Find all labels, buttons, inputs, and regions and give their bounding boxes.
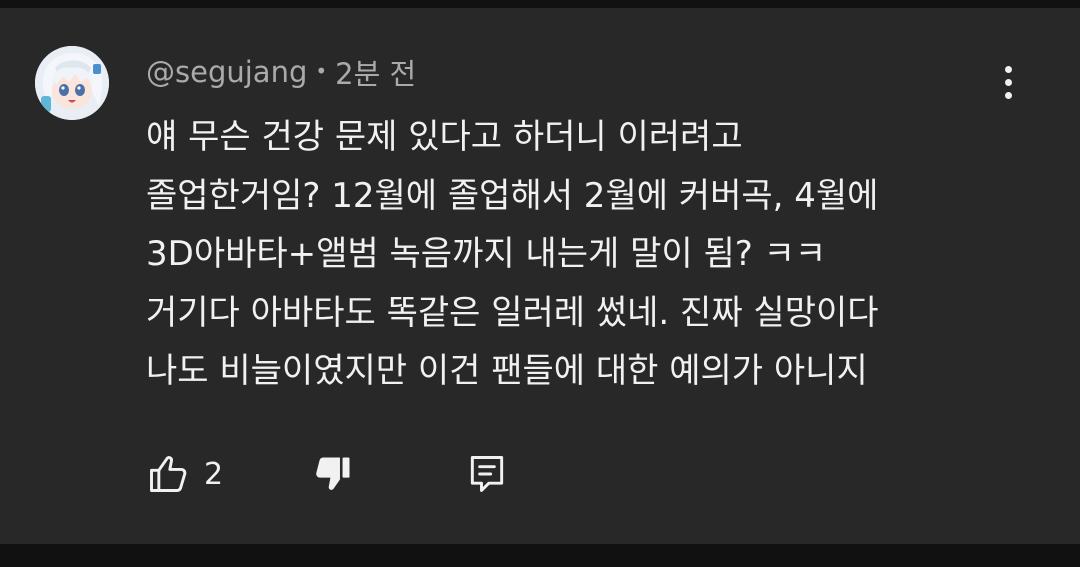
comment-line: 3D아바타+앨범 녹음까지 내는게 말이 됨? ㅋㅋ xyxy=(146,234,827,274)
comment-line: 얘 무슨 건강 문제 있다고 하더니 이러려고 xyxy=(146,117,743,157)
more-vert-icon-dot xyxy=(1004,65,1012,73)
thumb-up-outline-icon xyxy=(146,452,190,496)
screen: @segujang • 2분 전 얘 무슨 건강 문제 있다고 하더니 이러려고… xyxy=(0,0,1080,567)
like-count: 2 xyxy=(204,456,224,492)
author-name[interactable]: @segujang xyxy=(146,55,307,89)
comment-card: @segujang • 2분 전 얘 무슨 건강 문제 있다고 하더니 이러려고… xyxy=(0,8,1080,544)
like-button[interactable]: 2 xyxy=(146,452,311,496)
comment-line: 거기다 아바타도 똑같은 일러레 썼네. 진짜 실망이다 xyxy=(146,292,879,333)
avatar[interactable] xyxy=(35,46,109,120)
more-options-button[interactable] xyxy=(990,60,1026,104)
comment-timestamp[interactable]: 2분 전 xyxy=(335,51,416,93)
dislike-button[interactable] xyxy=(311,452,355,496)
avatar-image xyxy=(35,46,109,120)
comment-line: 졸업한거임? 12월에 졸업해서 2월에 커버곡, 4월에 xyxy=(146,175,879,216)
comment-line: 나도 비늘이였지만 이건 팬들에 대한 예의가 아니지 xyxy=(146,351,868,391)
reply-comment-icon xyxy=(465,452,509,496)
comment-header: @segujang • 2분 전 xyxy=(146,52,416,92)
more-vert-icon-dot xyxy=(1004,91,1012,99)
thumb-down-filled-icon xyxy=(311,452,355,496)
separator-dot: • xyxy=(315,59,328,83)
comment-text: 얘 무슨 건강 문제 있다고 하더니 이러려고 졸업한거임? 12월에 졸업해서… xyxy=(146,108,1016,401)
reply-button[interactable] xyxy=(465,452,509,496)
more-vert-icon-dot xyxy=(1004,78,1012,86)
comment-actions: 2 xyxy=(146,448,509,500)
